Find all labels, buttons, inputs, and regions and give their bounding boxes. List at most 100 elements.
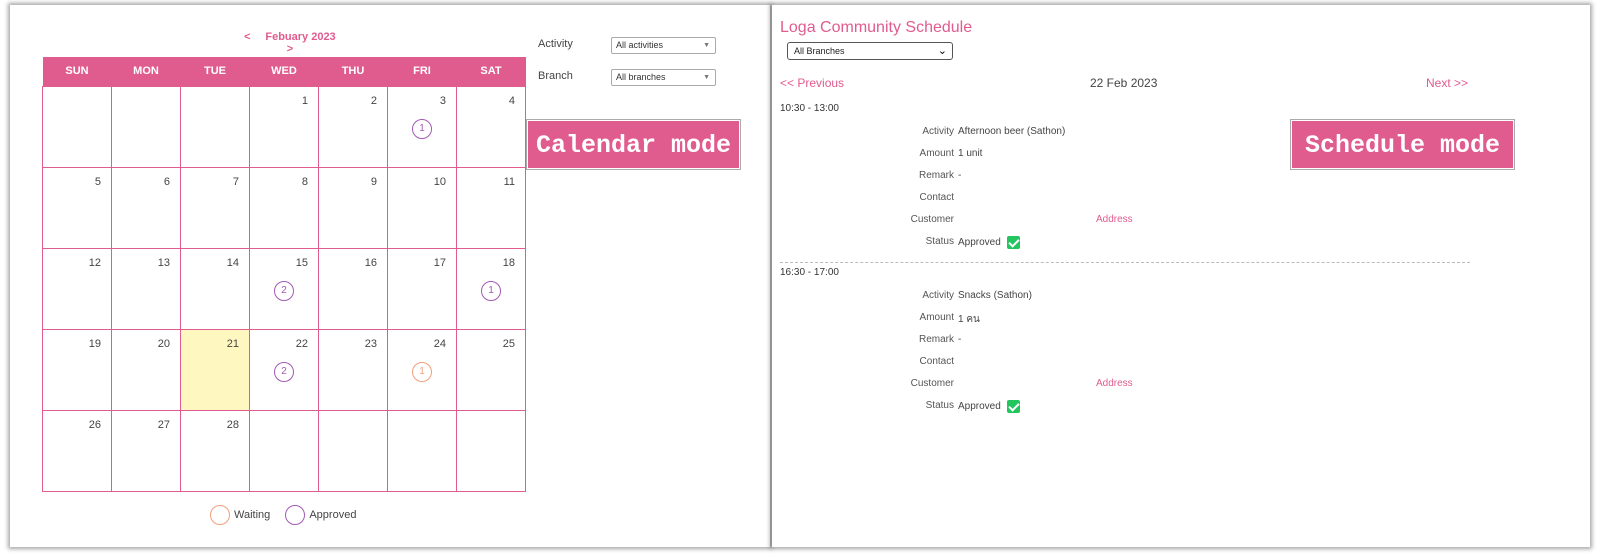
weekday-header: FRI [387, 57, 457, 86]
calendar-day-cell[interactable]: 28 [180, 409, 250, 492]
calendar-day-cell [456, 409, 526, 492]
field-value-text: Snacks (Sathon) [958, 290, 1032, 301]
schedule-mode-label: Schedule mode [1290, 119, 1515, 170]
calendar-day-cell[interactable]: 1 [249, 85, 319, 168]
dropdown-caret-icon: ▼ [703, 74, 710, 81]
weekday-header: THU [318, 57, 388, 86]
field-value-text: 1 คน [958, 314, 980, 325]
legend-waiting-label: Waiting [234, 509, 271, 521]
calendar-week-row: 19 20 21 22 2 23 24 1 25 [42, 328, 526, 411]
day-number: 27 [157, 418, 170, 431]
month-navigation: < Febuary 2023 > [230, 31, 350, 55]
day-number: 12 [88, 256, 101, 269]
checkmark-icon [1006, 400, 1020, 413]
calendar-week-row: 1 2 31 4 [42, 85, 526, 168]
weekday-header: SUN [42, 57, 112, 86]
slot-time: 10:30 - 13:00 [780, 103, 839, 114]
branch-select[interactable]: All Branches ⌄ [787, 42, 953, 60]
field-value-amount: 1 unit [958, 148, 982, 159]
field-value-text: Afternoon beer (Sathon) [958, 126, 1066, 137]
calendar-day-cell[interactable]: 16 [318, 247, 388, 330]
field-value-status: Approved [958, 236, 1020, 249]
calendar-day-cell[interactable]: 14 [180, 247, 250, 330]
calendar-day-cell[interactable]: 19 [42, 328, 112, 411]
calendar-day-cell[interactable]: 26 [42, 409, 112, 492]
prev-month-button[interactable]: < [238, 31, 256, 43]
field-label-customer: Customer [910, 214, 954, 225]
calendar-day-cell[interactable]: 13 [111, 247, 181, 330]
field-value-remark: - [958, 334, 961, 345]
calendar-day-cell[interactable]: 17 [387, 247, 457, 330]
calendar-day-cell[interactable]: 5 [42, 166, 112, 249]
day-number: 24 [433, 337, 446, 350]
field-value-activity: Afternoon beer (Sathon) [958, 126, 1065, 137]
branch-filter-select[interactable]: All branches ▼ [611, 69, 716, 86]
event-count-badge[interactable]: 1 [412, 118, 432, 139]
legend-approved-label: Approved [309, 509, 357, 521]
calendar-day-cell[interactable]: 27 [111, 409, 181, 492]
calendar-day-cell[interactable]: 24 1 [387, 328, 457, 411]
calendar-day-cell[interactable]: 9 [318, 166, 388, 249]
address-link[interactable]: Address [1096, 214, 1133, 225]
field-label-amount: Amount [919, 148, 954, 159]
calendar-day-cell[interactable]: 31 [387, 85, 457, 168]
day-number: 23 [364, 337, 377, 350]
calendar-day-cell[interactable]: 11 [456, 166, 526, 249]
calendar-mode-label: Calendar mode [526, 119, 741, 170]
day-number: 7 [232, 175, 239, 188]
calendar-day-cell[interactable]: 7 [180, 166, 250, 249]
calendar-day-cell[interactable]: 8 [249, 166, 319, 249]
calendar-day-cell[interactable]: 23 [318, 328, 388, 411]
day-number: 18 [502, 256, 515, 269]
field-label-remark: Remark [918, 170, 954, 181]
next-month-button[interactable]: > [281, 43, 299, 55]
calendar-day-cell[interactable]: 20 [111, 328, 181, 411]
event-count-badge[interactable]: 2 [274, 280, 294, 301]
day-number: 2 [370, 94, 377, 107]
calendar-day-cell[interactable]: 12 [42, 247, 112, 330]
event-count-badge[interactable]: 1 [412, 361, 432, 382]
calendar-day-cell[interactable]: 6 [111, 166, 181, 249]
weekday-header: WED [249, 57, 319, 86]
activity-filter-select[interactable]: All activities ▼ [611, 37, 716, 54]
next-day-link[interactable]: Next >> [1426, 76, 1468, 90]
calendar-day-cell[interactable]: 18 1 [456, 247, 526, 330]
calendar-day-cell[interactable]: 25 [456, 328, 526, 411]
day-number: 9 [370, 175, 377, 188]
day-number: 21 [226, 337, 239, 350]
day-number: 14 [226, 256, 239, 269]
calendar-day-cell[interactable]: 22 2 [249, 328, 319, 411]
calendar-day-cell[interactable]: 10 [387, 166, 457, 249]
schedule-date: 22 Feb 2023 [1090, 76, 1158, 90]
field-value-status: Approved [958, 400, 1020, 413]
calendar-day-cell[interactable]: 21 [180, 328, 250, 411]
calendar-week-row: 5 6 7 8 9 10 11 [42, 166, 526, 249]
day-number: 19 [88, 337, 101, 350]
calendar-day-cell [249, 409, 319, 492]
day-number: 26 [88, 418, 101, 431]
field-value-remark: - [958, 170, 961, 181]
field-value-amount: 1 คน [958, 312, 980, 327]
day-number: 8 [301, 175, 308, 188]
address-link[interactable]: Address [1096, 378, 1133, 389]
weekday-header: MON [111, 57, 181, 86]
approved-circle-icon [285, 505, 306, 525]
field-value-text: 1 unit [958, 148, 983, 159]
field-label-contact: Contact [919, 192, 954, 203]
weekday-header-row: SUN MON TUE WED THU FRI SAT [42, 57, 526, 86]
calendar-day-cell[interactable]: 15 2 [249, 247, 319, 330]
event-count-badge[interactable]: 1 [481, 280, 501, 301]
day-number: 4 [508, 94, 515, 107]
field-label-remark: Remark [918, 334, 954, 345]
calendar-day-cell[interactable]: 2 [318, 85, 388, 168]
day-number: 17 [433, 256, 446, 269]
event-count-badge[interactable]: 2 [274, 361, 294, 382]
field-label-amount: Amount [919, 312, 954, 323]
branch-filter-value: All branches [616, 72, 666, 82]
previous-day-link[interactable]: << Previous [780, 76, 844, 90]
calendar-day-cell[interactable]: 4 [456, 85, 526, 168]
field-label-activity: Activity [922, 126, 954, 137]
day-number: 6 [163, 175, 170, 188]
day-number: 5 [94, 175, 101, 188]
legend-waiting: Waiting [210, 505, 270, 525]
